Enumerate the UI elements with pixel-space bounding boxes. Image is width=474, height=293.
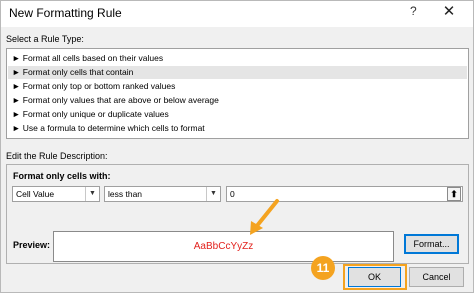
preview-text: AaBbCcYyZz [193, 241, 254, 252]
title-bar: New Formatting Rule ? ✕ [1, 1, 473, 27]
rule-type-item[interactable]: ► Format all cells based on their values [8, 52, 467, 65]
pointer-arrow-icon [250, 199, 279, 235]
cancel-button[interactable]: Cancel [409, 267, 464, 287]
new-formatting-rule-dialog: New Formatting Rule ? ✕ Select a Rule Ty… [0, 0, 474, 293]
step-number-badge: 11 [311, 256, 335, 280]
rule-description-heading: Edit the Rule Description: [6, 151, 108, 161]
format-button[interactable]: Format... [404, 234, 459, 254]
collapse-dialog-icon[interactable]: ⬆ [447, 187, 461, 201]
preview-box: AaBbCcYyZz [53, 231, 394, 262]
rule-type-item[interactable]: ► Format only values that are above or b… [8, 94, 467, 107]
rule-type-list[interactable]: ► Format all cells based on their values… [6, 48, 469, 139]
format-only-cells-label: Format only cells with: [13, 171, 111, 181]
ok-button[interactable]: OK [348, 267, 401, 287]
rule-type-item[interactable]: ► Format only unique or duplicate values [8, 108, 467, 121]
operator-value: less than [108, 189, 143, 199]
dialog-title: New Formatting Rule [9, 6, 122, 20]
chevron-down-icon[interactable]: ▼ [206, 187, 220, 201]
preview-label: Preview: [13, 240, 51, 250]
rule-type-item[interactable]: ► Format only top or bottom ranked value… [8, 80, 467, 93]
condition-type-select[interactable]: Cell Value ▼ [12, 186, 100, 202]
chevron-down-icon[interactable]: ▼ [85, 187, 99, 201]
help-icon[interactable]: ? [410, 4, 417, 18]
rule-type-heading: Select a Rule Type: [6, 34, 84, 44]
close-icon[interactable]: ✕ [435, 3, 463, 23]
value-input-text: 0 [230, 189, 235, 199]
condition-type-value: Cell Value [16, 189, 55, 199]
rule-type-item[interactable]: ► Use a formula to determine which cells… [8, 122, 467, 135]
rule-type-item-selected[interactable]: ► Format only cells that contain [8, 66, 467, 79]
operator-select[interactable]: less than ▼ [104, 186, 221, 202]
